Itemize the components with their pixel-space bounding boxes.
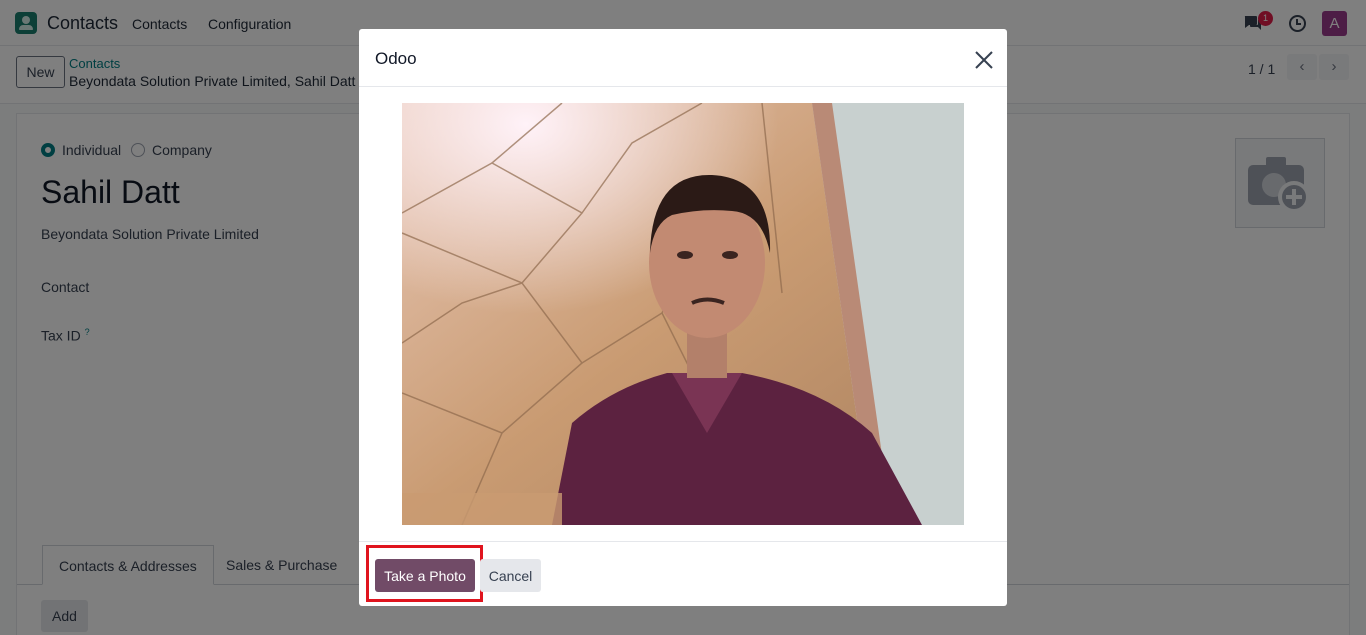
dialog-header: Odoo — [359, 29, 1007, 87]
camera-feed — [402, 103, 964, 525]
cancel-button[interactable]: Cancel — [480, 559, 541, 592]
dialog-footer: Take a Photo Cancel — [359, 541, 1007, 606]
take-photo-dialog: Odoo Take a Photo Cancel — [359, 29, 1007, 606]
dialog-body — [359, 87, 1007, 541]
dialog-title: Odoo — [375, 49, 417, 68]
close-icon[interactable] — [973, 49, 995, 71]
webcam-image — [402, 103, 964, 525]
take-photo-button[interactable]: Take a Photo — [375, 559, 475, 592]
